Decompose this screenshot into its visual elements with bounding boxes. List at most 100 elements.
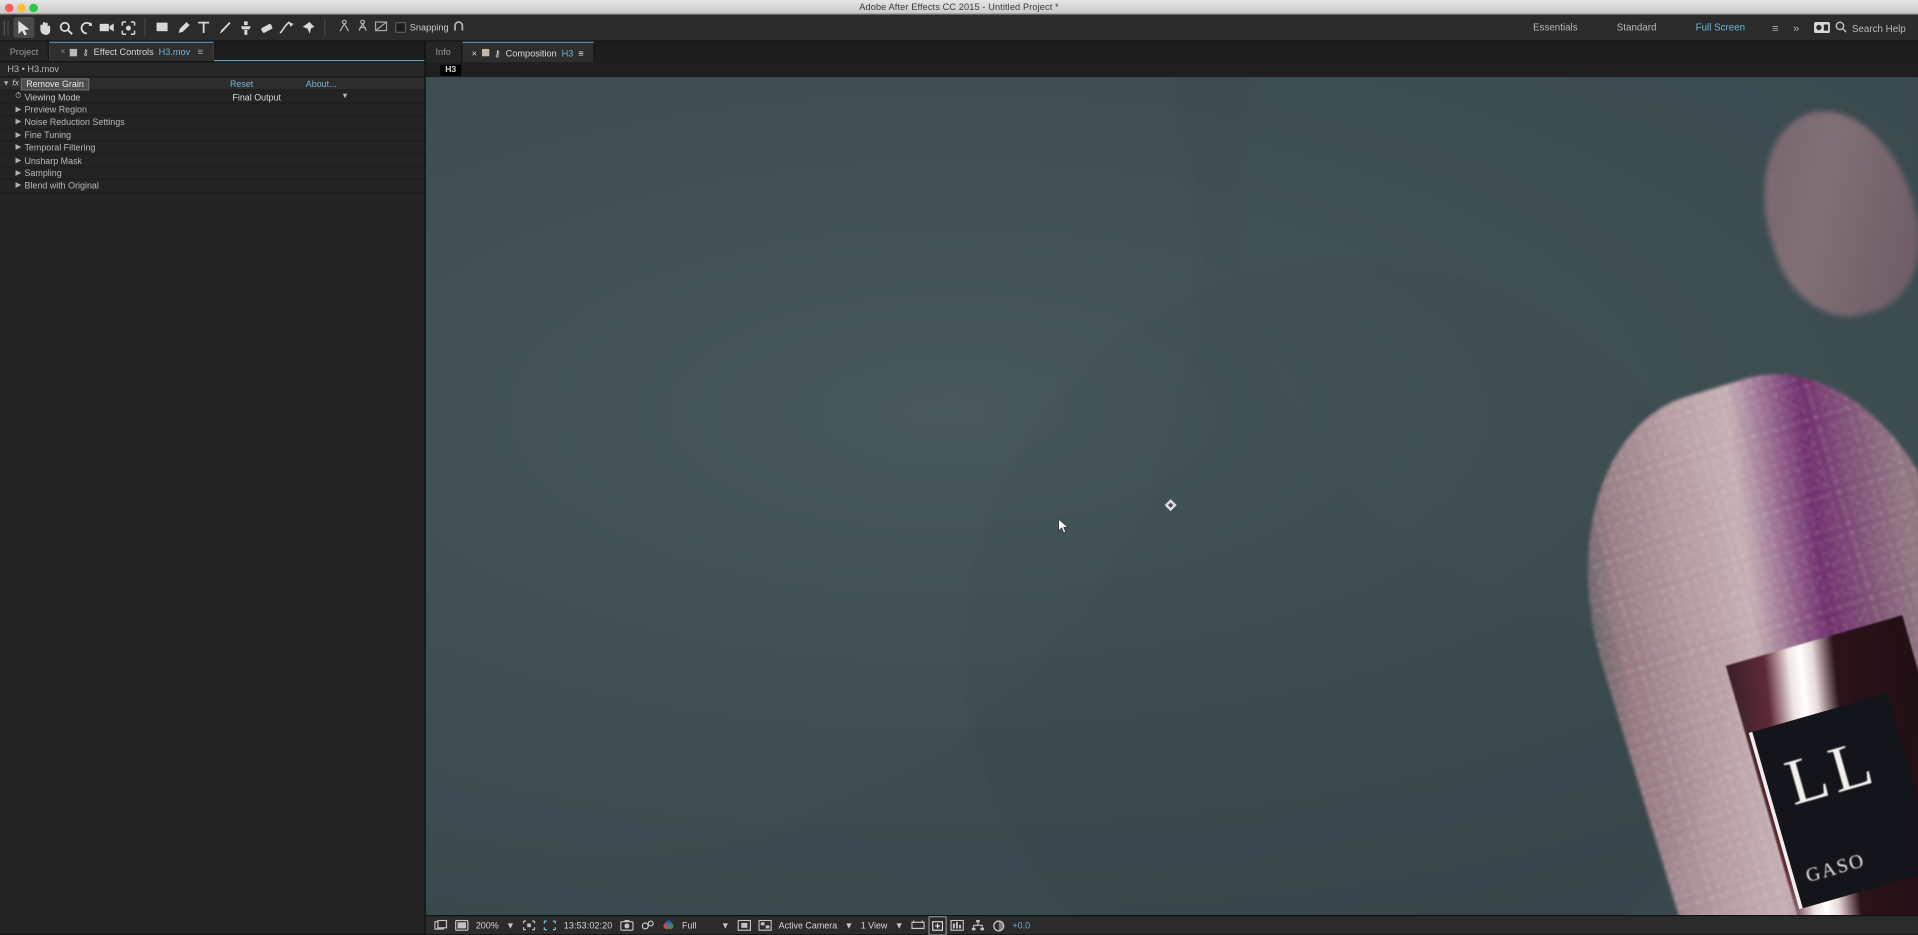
about-button[interactable]: About... (306, 79, 337, 90)
property-row-viewing-mode[interactable]: ⏱ Viewing Mode Final Output ▼ (0, 91, 425, 104)
group-label-temporal-filtering: Temporal Filtering (24, 142, 96, 154)
toolbar-separator (144, 18, 146, 37)
always-preview-icon[interactable] (431, 916, 452, 935)
chevron-right-icon[interactable]: ▶ (12, 169, 24, 177)
show-snapshot-icon[interactable] (637, 916, 658, 935)
workspace-overflow-icon[interactable]: » (1786, 22, 1807, 34)
puppet-starch-icon[interactable] (338, 17, 351, 39)
tab-composition[interactable]: × ⚷ Composition H3 ≡ (461, 41, 595, 63)
reset-button[interactable]: Reset (230, 79, 253, 90)
workspace-bar: Essentials Standard Full Screen ≡ » Sear… (1513, 15, 1918, 42)
chevron-right-icon[interactable]: ▶ (12, 143, 24, 152)
close-icon[interactable]: × (472, 47, 477, 58)
panel-menu-icon[interactable]: ≡ (578, 47, 583, 58)
snapping-control[interactable]: Snapping (395, 17, 464, 39)
lock-icon[interactable]: ⚷ (494, 47, 501, 58)
current-timecode[interactable]: 13:53:02:20 (560, 916, 616, 935)
toggle-mask-paths-icon[interactable] (539, 916, 560, 935)
chevron-right-icon[interactable]: ▶ (12, 118, 24, 126)
search-help-label[interactable]: Search Help (1852, 23, 1906, 34)
anchor-point-marker[interactable] (1164, 499, 1175, 510)
close-icon[interactable]: × (60, 48, 65, 57)
effect-header-row[interactable]: ▼ fx Remove Grain Reset About... (0, 77, 425, 91)
panel-menu-icon[interactable]: ≡ (198, 46, 204, 57)
composition-footer-toolbar: 200% ▼ 13:53:02:20 Full ▼ Active Camera … (425, 914, 1918, 935)
search-icon[interactable] (1835, 17, 1847, 39)
zoom-tool[interactable] (55, 17, 76, 38)
shape-tool[interactable] (152, 17, 173, 38)
chevron-right-icon[interactable]: ▶ (12, 105, 24, 113)
workspace-menu-icon[interactable]: ≡ (1765, 22, 1786, 34)
maximize-window-button[interactable] (29, 3, 38, 12)
resolution-value[interactable]: Full (678, 916, 700, 935)
roto-brush-tool[interactable] (276, 17, 297, 38)
stopwatch-icon[interactable]: ⏱ (12, 92, 24, 102)
group-row-unsharp-mask[interactable]: ▶ Unsharp Mask (0, 155, 425, 168)
camera-tool[interactable] (97, 17, 118, 38)
group-row-noise-reduction-settings[interactable]: ▶ Noise Reduction Settings (0, 116, 425, 130)
pan-behind-tool[interactable] (117, 17, 138, 38)
rotation-tool[interactable] (76, 17, 97, 38)
layer-chip-h3[interactable]: H3 (440, 64, 462, 76)
snapping-checkbox[interactable] (395, 22, 407, 34)
mask-interpolation-icon[interactable] (374, 17, 388, 39)
close-window-button[interactable] (4, 3, 14, 12)
effect-name[interactable]: Remove Grain (21, 77, 89, 91)
resolution-dropdown-caret[interactable]: ▼ (717, 916, 733, 935)
tab-info[interactable]: Info (425, 41, 462, 63)
pen-tool[interactable] (172, 17, 193, 38)
adobe-cc-icon[interactable] (1813, 17, 1830, 39)
toggle-transparency-grid-icon[interactable] (451, 916, 472, 935)
toolbar-grip[interactable] (3, 20, 10, 35)
group-row-blend-with-original[interactable]: ▶ Blend with Original (0, 180, 425, 193)
mouse-cursor (1058, 518, 1069, 535)
region-of-interest-icon[interactable] (519, 916, 540, 935)
minimize-window-button[interactable] (17, 3, 26, 12)
view-layout-value[interactable]: Active Camera (775, 916, 841, 935)
clone-stamp-tool[interactable] (235, 17, 256, 38)
transparency-grid-icon[interactable] (754, 916, 775, 935)
lock-icon[interactable]: ⚷ (82, 47, 88, 57)
tab-project[interactable]: Project (0, 41, 50, 62)
show-channel-icon[interactable] (658, 916, 679, 935)
magnification-value[interactable]: 200% (472, 916, 502, 935)
view-count-value[interactable]: 1 View (857, 916, 891, 935)
hand-tool[interactable] (34, 17, 55, 38)
workspace-full-screen[interactable]: Full Screen (1676, 15, 1765, 42)
group-row-fine-tuning[interactable]: ▶ Fine Tuning (0, 129, 425, 142)
timeline-icon[interactable] (946, 916, 967, 935)
exposure-value[interactable]: +0.0 (1009, 916, 1034, 935)
fast-previews-icon[interactable] (928, 915, 947, 935)
panel-swatch-icon (70, 48, 78, 56)
magnification-dropdown-caret[interactable]: ▼ (502, 916, 518, 935)
chevron-down-icon[interactable]: ▼ (0, 80, 12, 87)
take-snapshot-icon[interactable] (616, 916, 637, 935)
snapping-magnet-icon (452, 17, 464, 39)
chevron-right-icon[interactable]: ▶ (12, 181, 24, 190)
viewing-mode-dropdown[interactable]: Final Output ▼ (232, 91, 348, 102)
pixel-aspect-correction-icon[interactable] (907, 916, 928, 935)
type-tool[interactable] (193, 17, 214, 38)
workspace-essentials[interactable]: Essentials (1513, 15, 1597, 42)
view-count-caret[interactable]: ▼ (891, 916, 907, 935)
puppet-pin-tool[interactable] (297, 17, 318, 38)
selection-tool[interactable] (13, 17, 35, 38)
property-label-viewing-mode: Viewing Mode (24, 91, 81, 103)
view-layout-caret[interactable]: ▼ (841, 916, 857, 935)
puppet-overlap-icon[interactable] (356, 17, 369, 39)
tab-effect-controls[interactable]: × ⚷ Effect Controls H3.mov ≡ (49, 41, 215, 62)
eraser-tool[interactable] (256, 17, 277, 38)
chevron-right-icon[interactable]: ▶ (12, 156, 24, 164)
brush-tool[interactable] (214, 17, 235, 38)
group-row-temporal-filtering[interactable]: ▶ Temporal Filtering (0, 142, 425, 155)
chevron-right-icon[interactable]: ▶ (12, 131, 24, 139)
reset-exposure-icon[interactable] (988, 916, 1009, 935)
composition-viewer[interactable]: LL GASO (425, 77, 1918, 915)
group-row-preview-region[interactable]: ▶ Preview Region (0, 104, 425, 117)
region-icon[interactable] (733, 916, 754, 935)
video-frame: LL GASO (425, 77, 1918, 915)
group-row-sampling[interactable]: ▶ Sampling (0, 167, 425, 180)
workspace-standard[interactable]: Standard (1597, 15, 1676, 42)
search-help-control[interactable]: Search Help (1807, 17, 1918, 39)
comp-flowchart-icon[interactable] (967, 916, 988, 935)
